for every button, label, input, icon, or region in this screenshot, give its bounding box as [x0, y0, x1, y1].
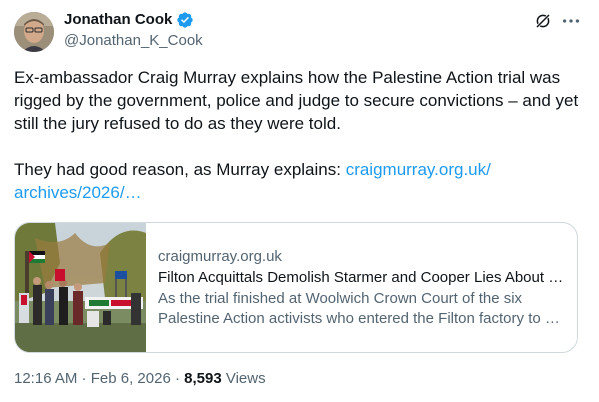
card-image[interactable] [15, 223, 146, 352]
meta-separator: · [77, 370, 91, 387]
views-count[interactable]: 8,593 [184, 370, 222, 387]
tweet-paragraph-2: They had good reason, as Murray explains… [14, 160, 346, 179]
tweet-date[interactable]: Feb 6, 2026 [91, 370, 171, 387]
meta-separator: · [170, 370, 185, 387]
avatar[interactable] [14, 12, 54, 52]
card-description-line-1: As the trial finished at Woolwich Crown … [158, 290, 523, 307]
author-name[interactable]: Jonathan Cook [64, 10, 194, 30]
card-title[interactable]: Filton Acquittals Demolish Starmer and C… [158, 268, 568, 287]
views-label: Views [221, 370, 266, 387]
card-description: As the trial finished at Woolwich Crown … [158, 289, 568, 329]
avatar-photo-icon [14, 12, 54, 52]
author-name-text[interactable]: Jonathan Cook [64, 10, 172, 30]
more-options-icon[interactable] [560, 10, 582, 32]
tweet-time[interactable]: 12:16 AM [14, 370, 77, 387]
card-thumbnail-photo-icon [15, 223, 146, 352]
verified-badge-icon[interactable] [176, 11, 194, 29]
tweet-meta: 12:16 AM · Feb 6, 2026 · 8,593 Views [14, 369, 266, 389]
tweet-paragraph-1: Ex-ambassador Craig Murray explains how … [14, 68, 583, 133]
card-domain: craigmurray.org.uk [158, 248, 282, 265]
link-preview-card[interactable]: craigmurray.org.uk Filton Acquittals Dem… [14, 222, 578, 353]
author-handle[interactable]: @Jonathan_K_Cook [64, 31, 203, 51]
tweet: Jonathan Cook @Jonathan_K_Cook Ex-ambass… [0, 0, 599, 402]
tweet-text: Ex-ambassador Craig Murray explains how … [14, 66, 586, 204]
grok-icon[interactable] [534, 12, 552, 30]
card-description-line-2: Palestine Action activists who entered t… [158, 310, 560, 327]
